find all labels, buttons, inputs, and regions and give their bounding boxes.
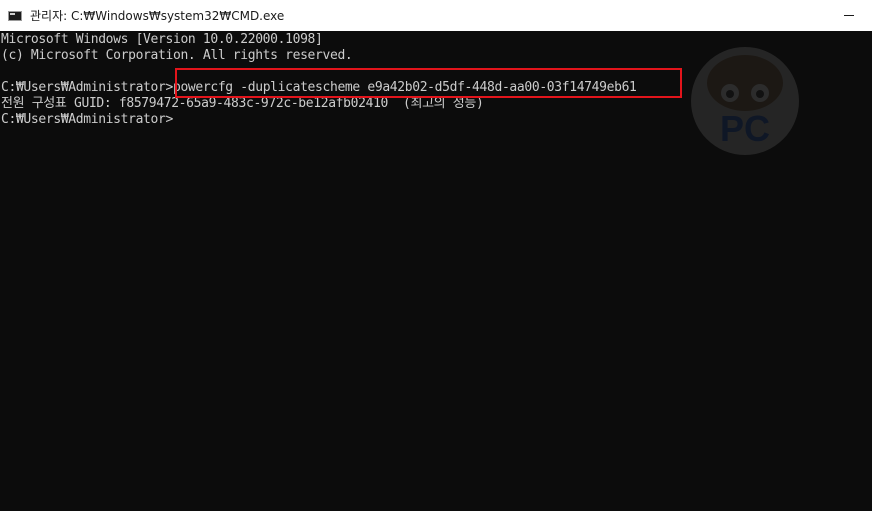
window-title: 관리자: C:₩Windows₩system32₩CMD.exe (30, 9, 285, 23)
pc-logo-watermark: PC (691, 47, 799, 155)
title-bar[interactable]: 관리자: C:₩Windows₩system32₩CMD.exe (0, 0, 872, 31)
command-text: powercfg -duplicatescheme e9a42b02-d5df-… (172, 80, 637, 95)
console-line-version: Microsoft Windows [Version 10.0.22000.10… (1, 32, 323, 47)
minimize-button[interactable] (826, 0, 872, 31)
console-output[interactable]: PC Microsoft Windows [Version 10.0.22000… (0, 31, 872, 511)
console-line-result: 전원 구성표 GUID: f8579472-65a9-483c-972c-be1… (1, 96, 484, 111)
prompt-text: C:₩Users₩Administrator> (1, 80, 173, 95)
console-line-copyright: (c) Microsoft Corporation. All rights re… (1, 48, 353, 63)
cmd-window: 관리자: C:₩Windows₩system32₩CMD.exe PC Micr… (0, 0, 872, 511)
console-line-prompt: C:₩Users₩Administrator> (1, 112, 173, 127)
watermark-text: PC (720, 108, 770, 149)
window-controls (826, 0, 872, 31)
cmd-app-icon (8, 10, 22, 21)
console-line-command: C:₩Users₩Administrator>powercfg -duplica… (1, 80, 637, 96)
